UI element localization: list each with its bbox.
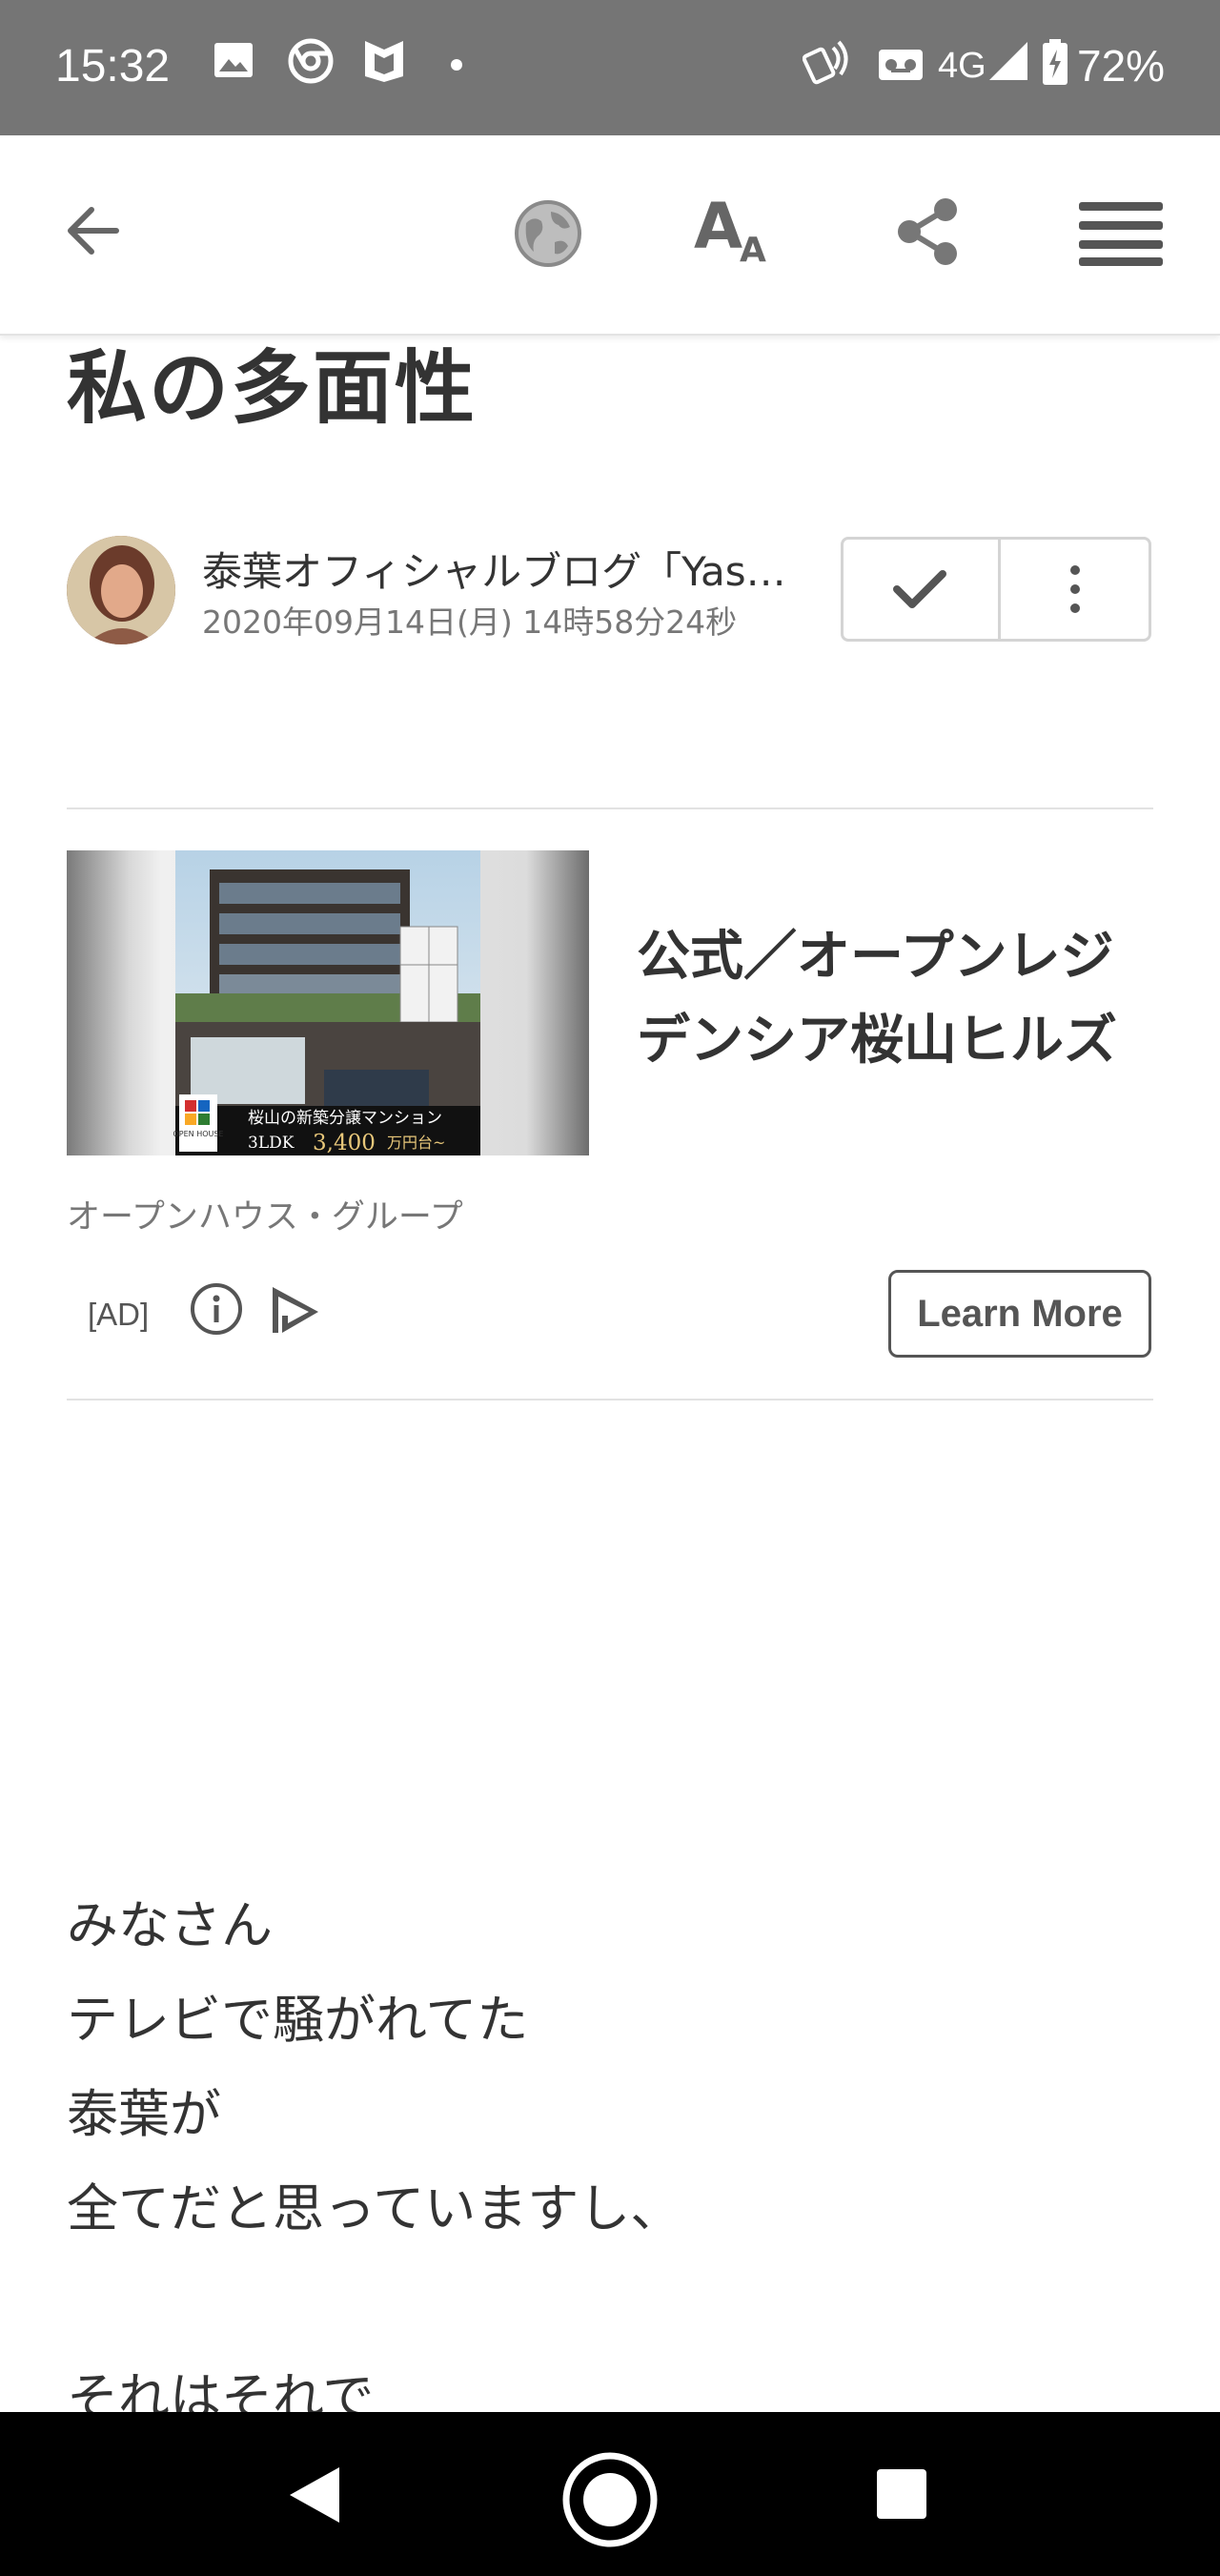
- ad-image-caption-suffix: 万円台~: [387, 1134, 445, 1152]
- chrome-icon: [288, 38, 334, 88]
- ad-advertiser: オープンハウス・グループ: [67, 1198, 463, 1237]
- body-line: 全てだと思っていますし、: [67, 2178, 682, 2239]
- nav-recents-icon[interactable]: [875, 2467, 928, 2525]
- globe-icon[interactable]: [513, 198, 583, 273]
- ad-image-logo-text: OPEN HOUSE: [173, 1130, 223, 1138]
- avatar[interactable]: [67, 536, 175, 644]
- body-line: テレビで騒がれてた: [67, 1990, 529, 2050]
- post-date: 2020年09月14日(月) 14時58分24秒: [202, 603, 738, 641]
- network-type: 4G: [938, 46, 986, 86]
- ad-image-caption-1: 桜山の新築分譲マンション: [248, 1109, 442, 1128]
- info-icon[interactable]: [189, 1281, 244, 1340]
- ad-title[interactable]: 公式／オープンレジデンシア桜山ヒルズ: [637, 915, 1151, 1083]
- checkmark-icon: [893, 570, 946, 608]
- dot-icon: [450, 57, 463, 75]
- nav-back-icon[interactable]: [286, 2464, 343, 2530]
- author-name[interactable]: 泰葉オフィシャルブログ「Yas…: [202, 540, 793, 598]
- ad-label: [AD]: [88, 1297, 150, 1332]
- follow-actions: [841, 537, 1151, 642]
- article-title: 私の多面性: [67, 341, 478, 435]
- adchoices-icon[interactable]: [267, 1283, 322, 1340]
- body-line: [67, 2256, 1153, 2350]
- follow-button[interactable]: [844, 540, 996, 639]
- learn-more-button[interactable]: Learn More: [888, 1270, 1151, 1358]
- battery-percent: 72%: [1077, 41, 1166, 91]
- battery-charging-icon: [1041, 38, 1069, 90]
- status-time: 15:32: [55, 41, 171, 92]
- divider: [67, 1399, 1153, 1400]
- status-bar: 15:32 4G 72%: [0, 0, 1220, 135]
- ad-image-caption-layout: 3LDK: [248, 1134, 295, 1153]
- share-icon[interactable]: [894, 196, 963, 271]
- voicemail-icon: [877, 46, 925, 88]
- body-line: 泰葉が: [67, 2084, 221, 2144]
- ad-image[interactable]: OPEN HOUSE 桜山の新築分譲マンション 3LDK 3,400 万円台~: [67, 850, 589, 1155]
- divider: [67, 808, 1153, 809]
- nav-home-icon[interactable]: [560, 2450, 660, 2553]
- svg-text:A: A: [694, 193, 742, 263]
- more-vert-icon: [1070, 565, 1080, 613]
- browser-toolbar: AA: [0, 135, 1220, 336]
- text-size-icon[interactable]: AA: [694, 190, 776, 273]
- image-icon: [212, 38, 255, 86]
- svg-text:A: A: [740, 231, 766, 269]
- body-line: みなさん: [67, 1895, 273, 1955]
- article-body: みなさん テレビで騒がれてた 泰葉が 全てだと思っていますし、 それはそれで: [67, 1878, 1153, 2444]
- ad-image-caption-price: 3,400: [313, 1131, 376, 1155]
- nfc-icon: [802, 38, 850, 90]
- signal-icon: [987, 38, 1029, 86]
- menu-icon[interactable]: [1079, 200, 1163, 271]
- navigation-bar: [0, 2412, 1220, 2576]
- ameba-shield-icon: [362, 38, 406, 88]
- more-options-button[interactable]: [998, 540, 1151, 639]
- back-arrow-icon[interactable]: [61, 196, 130, 269]
